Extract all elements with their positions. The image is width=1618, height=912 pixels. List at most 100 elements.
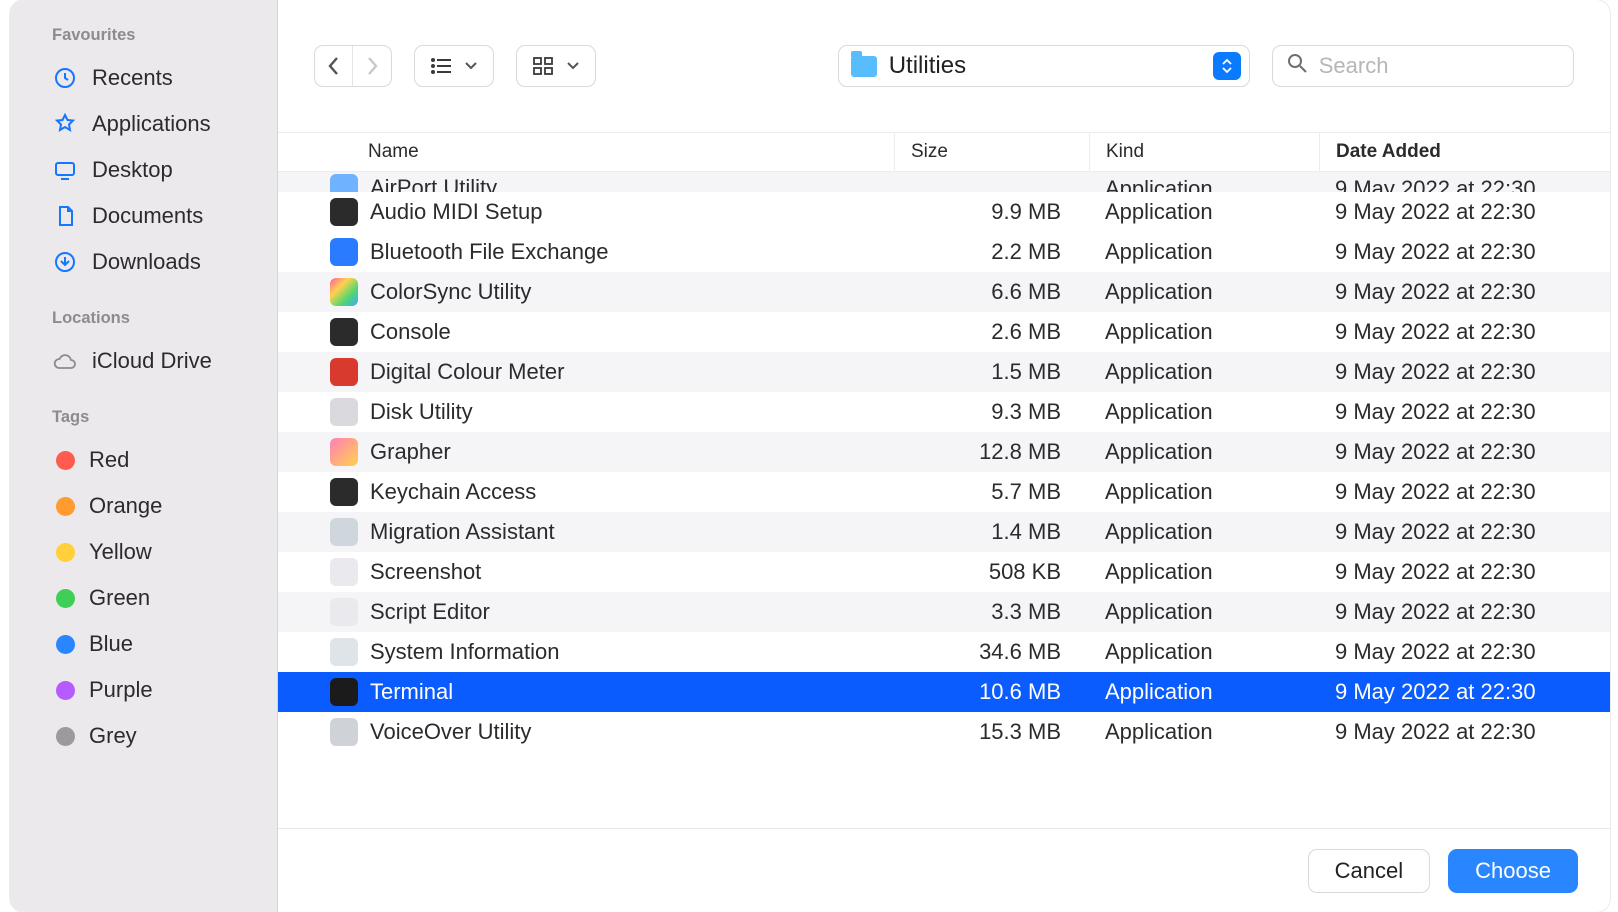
file-row[interactable]: Console2.6 MBApplication9 May 2022 at 22… xyxy=(278,312,1610,352)
app-file-icon xyxy=(330,518,358,546)
sidebar-item-label: iCloud Drive xyxy=(92,348,212,374)
file-name-label: Keychain Access xyxy=(370,479,536,505)
view-list-button[interactable] xyxy=(414,45,494,87)
scrollbar[interactable] xyxy=(1596,172,1610,828)
app-file-icon xyxy=(330,558,358,586)
file-row[interactable]: Grapher12.8 MBApplication9 May 2022 at 2… xyxy=(278,432,1610,472)
sidebar-section-favourites: Favourites xyxy=(10,26,277,55)
choose-button[interactable]: Choose xyxy=(1448,849,1578,893)
file-row[interactable]: System Information34.6 MBApplication9 Ma… xyxy=(278,632,1610,672)
list-view-icon xyxy=(431,57,453,75)
file-name-label: VoiceOver Utility xyxy=(370,719,531,745)
search-input[interactable] xyxy=(1319,53,1559,79)
sidebar: Favourites Recents Applications Desktop … xyxy=(10,0,278,912)
file-row[interactable]: Audio MIDI Setup9.9 MBApplication9 May 2… xyxy=(278,192,1610,232)
file-row[interactable]: Bluetooth File Exchange2.2 MBApplication… xyxy=(278,232,1610,272)
cloud-icon xyxy=(52,348,78,374)
sidebar-item-label: Documents xyxy=(92,203,203,229)
sidebar-item-applications[interactable]: Applications xyxy=(10,101,277,147)
folder-path-selector[interactable]: Utilities xyxy=(838,45,1250,87)
file-date-label: 9 May 2022 at 22:30 xyxy=(1319,639,1610,665)
file-name-label: Screenshot xyxy=(370,559,481,585)
file-date-label: 9 May 2022 at 22:30 xyxy=(1319,679,1610,705)
forward-button[interactable] xyxy=(353,46,390,86)
file-row[interactable]: Disk Utility9.3 MBApplication9 May 2022 … xyxy=(278,392,1610,432)
doc-icon xyxy=(52,203,78,229)
file-row[interactable]: VoiceOver Utility15.3 MBApplication9 May… xyxy=(278,712,1610,752)
app-file-icon xyxy=(330,174,358,192)
file-name-label: Script Editor xyxy=(370,599,490,625)
nav-back-forward-group xyxy=(314,45,392,87)
sidebar-item-label: Blue xyxy=(89,631,133,657)
file-name-label: AirPort Utility xyxy=(370,175,497,192)
file-date-label: 9 May 2022 at 22:30 xyxy=(1319,599,1610,625)
sidebar-tag-grey[interactable]: Grey xyxy=(10,713,277,759)
file-kind-label: Application xyxy=(1089,319,1319,345)
file-name-label: Terminal xyxy=(370,679,453,705)
file-kind-label: Application xyxy=(1089,439,1319,465)
sidebar-tag-red[interactable]: Red xyxy=(10,437,277,483)
search-field-wrap[interactable] xyxy=(1272,45,1574,87)
file-date-label: 9 May 2022 at 22:30 xyxy=(1319,559,1610,585)
back-button[interactable] xyxy=(315,46,352,86)
file-kind-label: Application xyxy=(1089,239,1319,265)
sidebar-item-recents[interactable]: Recents xyxy=(10,55,277,101)
sidebar-tag-blue[interactable]: Blue xyxy=(10,621,277,667)
column-kind[interactable]: Kind xyxy=(1089,133,1319,171)
file-row[interactable]: Digital Colour Meter1.5 MBApplication9 M… xyxy=(278,352,1610,392)
sidebar-tag-yellow[interactable]: Yellow xyxy=(10,529,277,575)
file-name-label: Console xyxy=(370,319,451,345)
file-size-label: 34.6 MB xyxy=(894,639,1089,665)
group-by-button[interactable] xyxy=(516,45,596,87)
file-name-label: Migration Assistant xyxy=(370,519,555,545)
cancel-button[interactable]: Cancel xyxy=(1308,849,1430,893)
file-date-label: 9 May 2022 at 22:30 xyxy=(1319,719,1610,745)
tag-dot-orange-icon xyxy=(56,497,75,516)
app-file-icon xyxy=(330,238,358,266)
sidebar-tag-purple[interactable]: Purple xyxy=(10,667,277,713)
toolbar: Utilities xyxy=(278,0,1610,132)
sidebar-item-label: Red xyxy=(89,447,129,473)
file-size-label: 2.6 MB xyxy=(894,319,1089,345)
app-file-icon xyxy=(330,478,358,506)
file-row[interactable]: Script Editor3.3 MBApplication9 May 2022… xyxy=(278,592,1610,632)
sidebar-item-documents[interactable]: Documents xyxy=(10,193,277,239)
sidebar-item-label: Recents xyxy=(92,65,173,91)
file-date-label: 9 May 2022 at 22:30 xyxy=(1319,176,1610,192)
file-kind-label: Application xyxy=(1089,359,1319,385)
sidebar-item-downloads[interactable]: Downloads xyxy=(10,239,277,285)
file-row[interactable]: Keychain Access5.7 MBApplication9 May 20… xyxy=(278,472,1610,512)
column-date-added[interactable]: Date Added xyxy=(1319,133,1610,171)
download-icon xyxy=(52,249,78,275)
sidebar-item-label: Green xyxy=(89,585,150,611)
file-kind-label: Application xyxy=(1089,279,1319,305)
file-date-label: 9 May 2022 at 22:30 xyxy=(1319,439,1610,465)
column-name[interactable]: Name xyxy=(278,141,894,163)
file-size-label: 6.6 MB xyxy=(894,279,1089,305)
sidebar-item-desktop[interactable]: Desktop xyxy=(10,147,277,193)
column-size[interactable]: Size xyxy=(894,133,1089,171)
sidebar-item-label: Orange xyxy=(89,493,162,519)
sidebar-item-label: Applications xyxy=(92,111,211,137)
file-kind-label: Application xyxy=(1089,479,1319,505)
sidebar-tag-orange[interactable]: Orange xyxy=(10,483,277,529)
file-size-label: 5.7 MB xyxy=(894,479,1089,505)
file-row[interactable]: AirPort UtilityApplication9 May 2022 at … xyxy=(278,172,1610,192)
tag-dot-blue-icon xyxy=(56,635,75,654)
file-size-label: 3.3 MB xyxy=(894,599,1089,625)
file-row[interactable]: Terminal10.6 MBApplication9 May 2022 at … xyxy=(278,672,1610,712)
file-list[interactable]: AirPort UtilityApplication9 May 2022 at … xyxy=(278,172,1610,828)
file-size-label: 12.8 MB xyxy=(894,439,1089,465)
dialog-footer: Cancel Choose xyxy=(278,828,1610,912)
sidebar-item-icloud-drive[interactable]: iCloud Drive xyxy=(10,338,277,384)
sidebar-tag-green[interactable]: Green xyxy=(10,575,277,621)
file-kind-label: Application xyxy=(1089,559,1319,585)
file-date-label: 9 May 2022 at 22:30 xyxy=(1319,199,1610,225)
app-file-icon xyxy=(330,358,358,386)
file-row[interactable]: Screenshot508 KBApplication9 May 2022 at… xyxy=(278,552,1610,592)
file-row[interactable]: ColorSync Utility6.6 MBApplication9 May … xyxy=(278,272,1610,312)
file-row[interactable]: Migration Assistant1.4 MBApplication9 Ma… xyxy=(278,512,1610,552)
folder-icon xyxy=(851,56,877,77)
file-size-label: 2.2 MB xyxy=(894,239,1089,265)
tag-dot-yellow-icon xyxy=(56,543,75,562)
